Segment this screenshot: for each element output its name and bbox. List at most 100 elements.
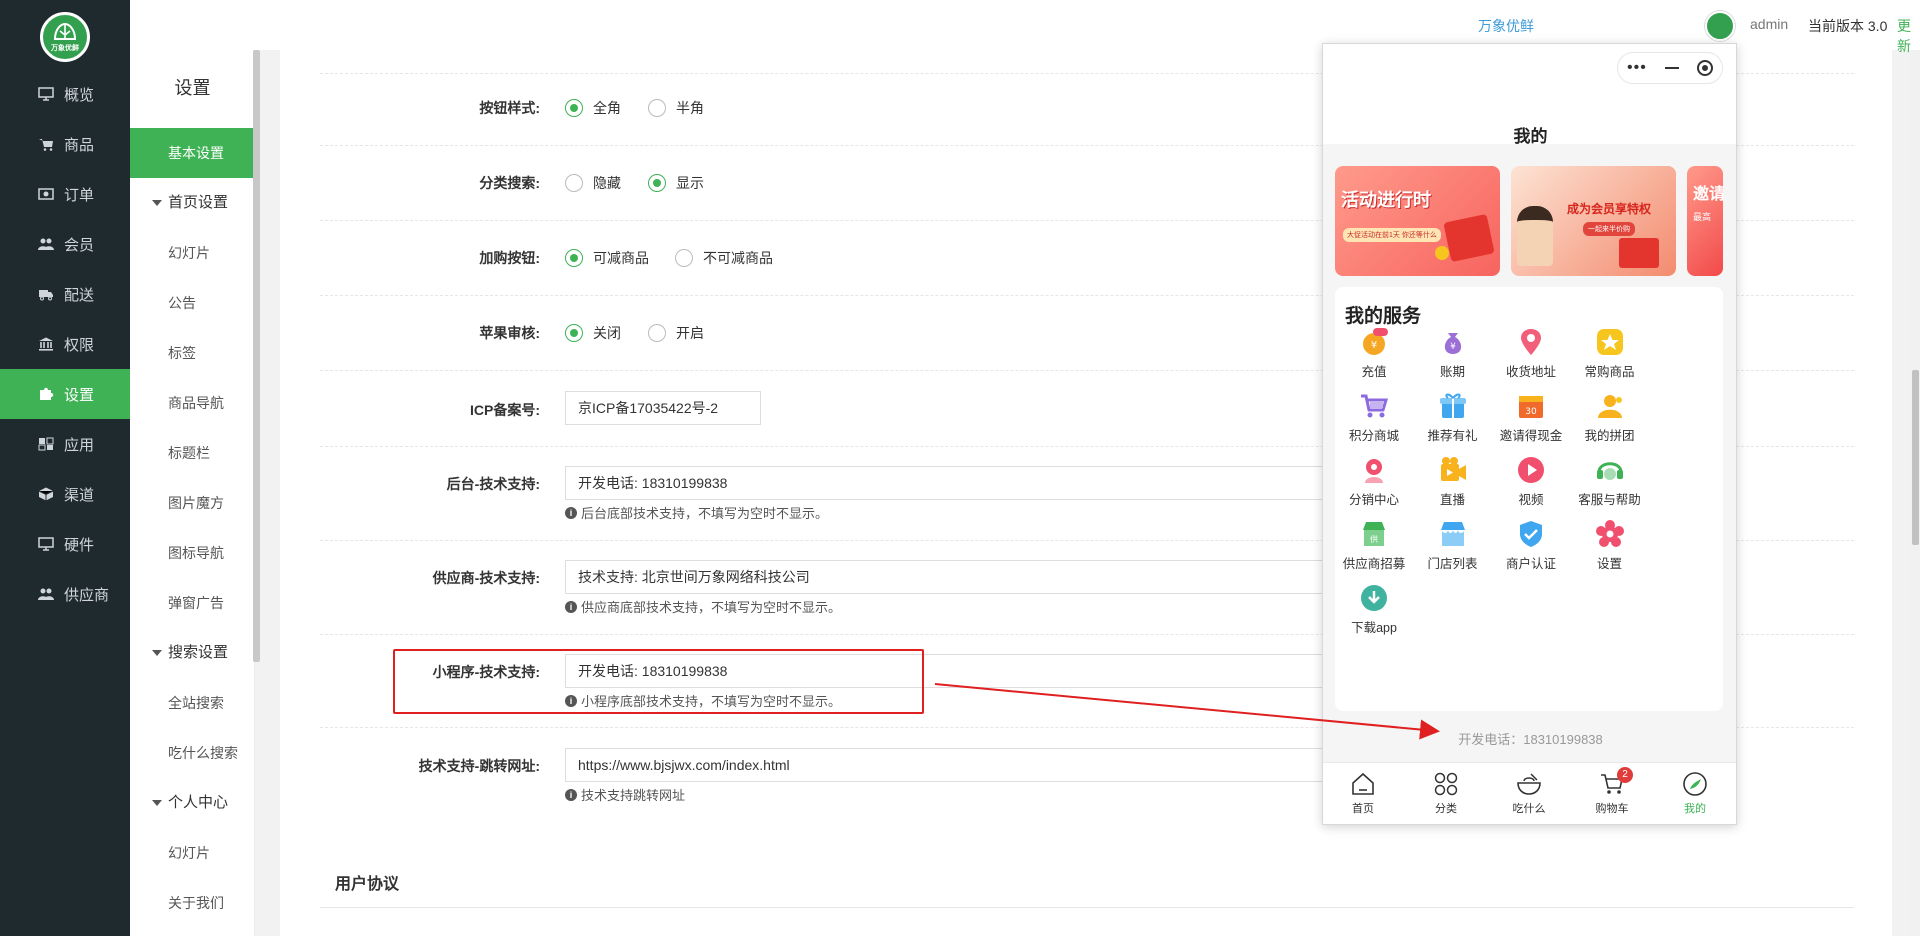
- subnav-item[interactable]: 全站搜索: [130, 678, 255, 728]
- service-item[interactable]: ¥ 账期: [1413, 327, 1493, 380]
- money-bag-icon: ¥: [1444, 333, 1461, 354]
- tab-home[interactable]: 首页: [1328, 771, 1398, 816]
- nav-item-9[interactable]: 硬件: [0, 519, 130, 569]
- subnav-item[interactable]: 幻灯片: [130, 828, 255, 878]
- subnav-group[interactable]: 首页设置: [130, 178, 255, 228]
- nav-item-7[interactable]: 应用: [0, 419, 130, 469]
- service-item[interactable]: ¥ 充值: [1334, 327, 1414, 380]
- service-item[interactable]: 供供应商招募: [1334, 519, 1414, 572]
- minimize-icon[interactable]: [1664, 67, 1679, 69]
- profile-icon: [1683, 772, 1707, 796]
- service-item[interactable]: 分销中心: [1334, 455, 1414, 508]
- service-item[interactable]: 积分商城: [1334, 391, 1414, 444]
- subnav-group[interactable]: 搜索设置: [130, 628, 255, 678]
- banner-subtitle: 大促活动在前1天 你还等什么: [1343, 228, 1441, 242]
- subnav-item[interactable]: 吃什么搜索: [130, 728, 255, 778]
- tab-what-to-eat[interactable]: 吃什么: [1494, 771, 1564, 816]
- subnav-item[interactable]: 商品导航: [130, 378, 255, 428]
- tab-label: 分类: [1435, 803, 1457, 815]
- subnav-label: 标题栏: [168, 445, 210, 461]
- add-button-reducible-radio[interactable]: 可减商品: [565, 248, 649, 268]
- add-button-nonreducible-radio[interactable]: 不可减商品: [675, 248, 773, 268]
- avatar[interactable]: [1705, 11, 1735, 41]
- nav-item-2[interactable]: 订单: [0, 169, 130, 219]
- subnav-item[interactable]: 标题栏: [130, 428, 255, 478]
- service-label: 充值: [1361, 365, 1387, 379]
- mobile-preview: ••• 我的 活动进行时 大促活动在前1天 你还等什么 成为会员享特权 一起来半…: [1322, 43, 1737, 825]
- banner-invite[interactable]: 邀请 最高: [1687, 166, 1723, 276]
- service-item[interactable]: 下载app: [1334, 583, 1414, 636]
- support-url-input[interactable]: https://www.bjsjwx.com/index.html: [565, 748, 1325, 782]
- category-search-label: 分类搜索:: [479, 175, 540, 191]
- service-item[interactable]: 我的拼团: [1570, 391, 1650, 444]
- service-label: 客服与帮助: [1578, 493, 1641, 507]
- subnav-group[interactable]: 个人中心: [130, 778, 255, 828]
- coin-image: [1435, 246, 1449, 260]
- service-item[interactable]: 常购商品: [1570, 327, 1650, 380]
- service-item[interactable]: 门店列表: [1413, 519, 1493, 572]
- miniapp-capsule[interactable]: •••: [1617, 52, 1723, 84]
- radio-circle: [565, 249, 583, 267]
- subnav-title: 设置: [174, 78, 211, 98]
- username[interactable]: admin: [1750, 16, 1788, 32]
- radio-label: 全角: [593, 100, 621, 116]
- banner-membership[interactable]: 成为会员享特权 一起来半价购: [1511, 166, 1676, 276]
- subnav-item[interactable]: 图标导航: [130, 528, 255, 578]
- nav-item-5[interactable]: 权限: [0, 319, 130, 369]
- subnav-item[interactable]: 公告: [130, 278, 255, 328]
- nav-item-8[interactable]: 渠道: [0, 469, 130, 519]
- subnav-item[interactable]: 标签: [130, 328, 255, 378]
- service-item[interactable]: 商户认证: [1491, 519, 1571, 572]
- nav-item-6[interactable]: 设置: [0, 369, 130, 419]
- service-item[interactable]: 30 邀请得现金: [1491, 391, 1571, 444]
- service-item[interactable]: 直播: [1413, 455, 1493, 508]
- cart-icon: [38, 137, 54, 151]
- subnav-label: 基本设置: [168, 145, 224, 161]
- nav-item-1[interactable]: 商品: [0, 119, 130, 169]
- brand-link[interactable]: 万象优鲜: [1478, 16, 1534, 36]
- star-badge-icon: [1596, 329, 1623, 355]
- service-label: 下载app: [1351, 621, 1397, 635]
- category-search-show-radio[interactable]: 显示: [648, 173, 704, 193]
- more-dots-icon[interactable]: •••: [1627, 59, 1647, 77]
- help-text: 后台底部技术支持，不填写为空时不显示。: [581, 506, 829, 521]
- nav-item-4[interactable]: 配送: [0, 269, 130, 319]
- subnav-item[interactable]: 弹窗广告: [130, 578, 255, 628]
- tab-category[interactable]: 分类: [1411, 771, 1481, 816]
- nav-item-10[interactable]: 供应商: [0, 569, 130, 619]
- subnav-item[interactable]: 图片魔方: [130, 478, 255, 528]
- nav-item-label: 概览: [64, 86, 95, 104]
- service-item[interactable]: 收货地址: [1491, 327, 1571, 380]
- backend-support-input[interactable]: 开发电话: 18310199838: [565, 466, 1325, 500]
- apple-review-off-radio[interactable]: 关闭: [565, 323, 621, 343]
- radio-label: 关闭: [593, 325, 621, 341]
- category-search-hide-radio[interactable]: 隐藏: [565, 173, 621, 193]
- tab-mine[interactable]: 我的: [1660, 771, 1730, 816]
- brand-logo[interactable]: 万象优鲜: [40, 12, 90, 62]
- subnav-item[interactable]: 基本设置: [130, 128, 255, 178]
- service-item[interactable]: 设置: [1570, 519, 1650, 572]
- service-item[interactable]: 视频: [1491, 455, 1571, 508]
- bowl-icon: [1517, 773, 1541, 795]
- radio-circle: [648, 324, 666, 342]
- button-style-half-radio[interactable]: 半角: [648, 98, 704, 118]
- button-style-full-radio[interactable]: 全角: [565, 98, 621, 118]
- page-scrollbar-thumb[interactable]: [1912, 370, 1919, 545]
- subnav-label: 公告: [168, 295, 196, 311]
- supplier-support-input[interactable]: 技术支持: 北京世间万象网络科技公司: [565, 560, 1325, 594]
- service-item[interactable]: 推荐有礼: [1413, 391, 1493, 444]
- subnav-scrollbar[interactable]: [253, 50, 260, 662]
- tab-cart[interactable]: 购物车: [1577, 771, 1647, 816]
- service-item[interactable]: 客服与帮助: [1570, 455, 1650, 508]
- nav-item-3[interactable]: 会员: [0, 219, 130, 269]
- subnav-item[interactable]: 关于我们: [130, 878, 255, 928]
- service-label: 我的拼团: [1584, 429, 1635, 443]
- gift-box-icon: [1439, 393, 1466, 418]
- subnav-item[interactable]: 幻灯片: [130, 228, 255, 278]
- apple-review-on-radio[interactable]: 开启: [648, 323, 704, 343]
- icp-input[interactable]: 京ICP备17035422号-2: [565, 391, 761, 425]
- close-target-icon[interactable]: [1696, 60, 1713, 76]
- nav-item-0[interactable]: 概览: [0, 69, 130, 119]
- banner-activity[interactable]: 活动进行时 大促活动在前1天 你还等什么: [1335, 166, 1500, 276]
- info-icon: i: [565, 788, 577, 801]
